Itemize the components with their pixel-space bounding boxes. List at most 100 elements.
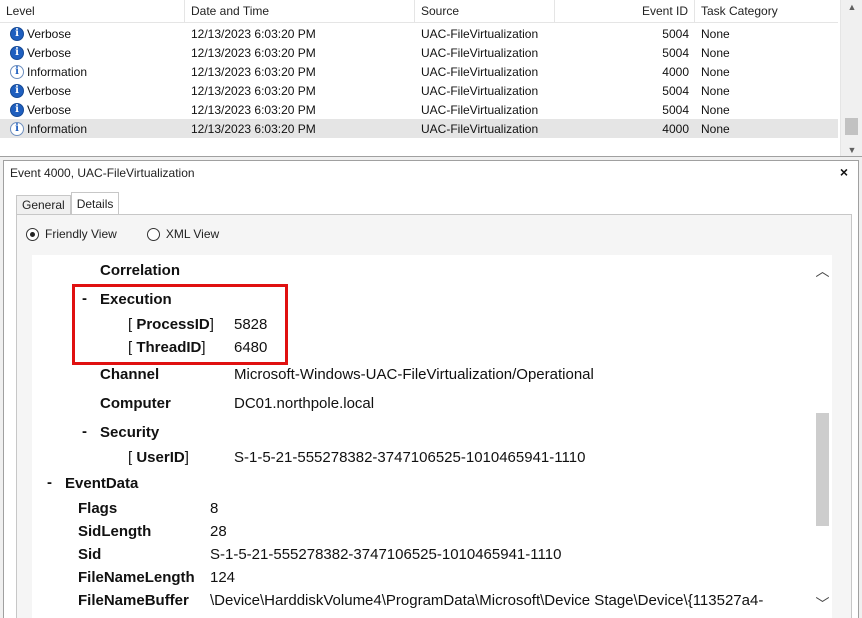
friendly-view-radio[interactable]: Friendly View xyxy=(26,227,117,241)
flags-value: 8 xyxy=(210,500,219,517)
channel-label: Channel xyxy=(100,366,160,383)
table-row[interactable]: i Verbose 12/13/2023 6:03:20 PM UAC-FileV… xyxy=(0,43,838,62)
level-cell: i Information xyxy=(0,64,185,79)
event-list: Level Date and Time Source Event ID Task… xyxy=(0,0,862,157)
scroll-up-chevron-icon[interactable]: ︿ xyxy=(813,261,832,281)
scroll-down-chevron-icon[interactable]: ﹀ xyxy=(813,594,832,614)
column-header-event-id[interactable]: Event ID xyxy=(555,0,695,23)
column-header-date-time[interactable]: Date and Time xyxy=(185,0,415,23)
table-row[interactable]: i Verbose 12/13/2023 6:03:20 PM UAC-FileV… xyxy=(0,24,838,43)
close-icon[interactable]: × xyxy=(840,164,848,180)
event-id-cell: 5004 xyxy=(662,45,689,60)
verbose-icon: i xyxy=(10,26,24,41)
source-cell: UAC-FileVirtualization xyxy=(421,26,539,41)
file-name-buffer-label: FileNameBuffer xyxy=(78,592,189,609)
table-row[interactable]: i Verbose 12/13/2023 6:03:20 PM UAC-FileV… xyxy=(0,81,838,100)
sid-length-label: SidLength xyxy=(78,523,152,540)
category-cell: None xyxy=(701,26,730,41)
table-row-selected[interactable]: i Information 12/13/2023 6:03:20 PM UAC-F… xyxy=(0,119,838,138)
verbose-icon: i xyxy=(10,102,24,117)
radio-unselected-icon xyxy=(146,227,160,241)
category-cell: None xyxy=(701,121,730,136)
verbose-icon: i xyxy=(10,45,24,60)
flags-label: Flags xyxy=(78,500,118,517)
scroll-down-arrow-icon[interactable]: ▼ xyxy=(841,143,862,156)
xml-view-label: XML View xyxy=(165,227,220,241)
column-header-source[interactable]: Source xyxy=(415,0,555,23)
view-options: Friendly View XML View xyxy=(26,227,249,241)
date-cell: 12/13/2023 6:03:20 PM xyxy=(191,45,316,60)
xml-view-radio[interactable]: XML View xyxy=(146,227,220,241)
source-cell: UAC-FileVirtualization xyxy=(421,102,539,117)
collapse-security-toggle[interactable]: - xyxy=(82,423,87,440)
date-cell: 12/13/2023 6:03:20 PM xyxy=(191,83,316,98)
details-tab-body: Friendly View XML View Correlation - Exe… xyxy=(16,214,852,618)
sid-value: S-1-5-21-555278382-3747106525-1010465941… xyxy=(210,546,562,563)
verbose-icon: i xyxy=(10,83,24,98)
source-cell: UAC-FileVirtualization xyxy=(421,121,539,136)
category-cell: None xyxy=(701,83,730,98)
event-detail-pane: Event 4000, UAC-FileVirtualization × Gen… xyxy=(3,160,859,618)
table-row[interactable]: i Information 12/13/2023 6:03:20 PM UAC-F… xyxy=(0,62,838,81)
event-id-cell: 4000 xyxy=(662,64,689,79)
date-cell: 12/13/2023 6:03:20 PM xyxy=(191,121,316,136)
category-cell: None xyxy=(701,45,730,60)
level-text: Information xyxy=(27,64,88,79)
tab-details[interactable]: Details xyxy=(70,192,120,215)
column-header-task-category[interactable]: Task Category xyxy=(695,0,838,23)
level-cell: i Verbose xyxy=(0,83,185,98)
sid-length-value: 28 xyxy=(210,523,227,540)
information-icon: i xyxy=(10,64,24,79)
highlight-box xyxy=(72,284,288,365)
level-text: Verbose xyxy=(27,26,72,41)
file-name-length-label: FileNameLength xyxy=(78,569,195,586)
eventdata-node: EventData xyxy=(65,475,139,492)
source-cell: UAC-FileVirtualization xyxy=(421,83,539,98)
information-icon: i xyxy=(10,121,24,136)
date-cell: 12/13/2023 6:03:20 PM xyxy=(191,64,316,79)
file-name-buffer-value: \Device\HarddiskVolume4\ProgramData\Micr… xyxy=(210,592,764,609)
event-id-cell: 5004 xyxy=(662,102,689,117)
friendly-view-label: Friendly View xyxy=(45,227,117,241)
event-id-cell: 5004 xyxy=(662,83,689,98)
collapse-eventdata-toggle[interactable]: - xyxy=(47,474,52,491)
channel-value: Microsoft-Windows-UAC-FileVirtualization… xyxy=(234,366,594,383)
column-header-level[interactable]: Level xyxy=(0,0,185,23)
event-list-scrollbar[interactable]: ▲ ▼ xyxy=(840,0,862,156)
event-id-cell: 5004 xyxy=(662,26,689,41)
source-cell: UAC-FileVirtualization xyxy=(421,64,539,79)
detail-title: Event 4000, UAC-FileVirtualization xyxy=(10,166,195,180)
category-cell: None xyxy=(701,64,730,79)
sid-label: Sid xyxy=(78,546,102,563)
friendly-view-content: Correlation - Execution [ ProcessID] 582… xyxy=(32,255,832,618)
level-text: Verbose xyxy=(27,45,72,60)
computer-value: DC01.northpole.local xyxy=(234,395,375,412)
user-id-label: [ UserID] xyxy=(128,449,189,466)
level-cell: i Verbose xyxy=(0,26,185,41)
table-row[interactable]: i Verbose 12/13/2023 6:03:20 PM UAC-FileV… xyxy=(0,100,838,119)
date-cell: 12/13/2023 6:03:20 PM xyxy=(191,102,316,117)
scroll-up-arrow-icon[interactable]: ▲ xyxy=(841,0,862,14)
detail-tabs: General Details xyxy=(16,192,120,215)
tab-general[interactable]: General xyxy=(16,195,71,215)
security-node: Security xyxy=(100,424,160,441)
category-cell: None xyxy=(701,102,730,117)
source-cell: UAC-FileVirtualization xyxy=(421,45,539,60)
level-text: Verbose xyxy=(27,102,72,117)
event-viewer-window: Level Date and Time Source Event ID Task… xyxy=(0,0,862,618)
level-text: Information xyxy=(27,121,88,136)
computer-label: Computer xyxy=(100,395,171,412)
radio-selected-icon xyxy=(26,227,39,241)
event-list-header: Level Date and Time Source Event ID Task… xyxy=(0,0,838,23)
details-scrollbar[interactable]: ︿ ﹀ xyxy=(813,255,832,618)
date-cell: 12/13/2023 6:03:20 PM xyxy=(191,26,316,41)
correlation-node: Correlation xyxy=(100,262,181,279)
user-id-value: S-1-5-21-555278382-3747106525-1010465941… xyxy=(234,449,586,466)
event-id-cell: 4000 xyxy=(662,121,689,136)
file-name-length-value: 124 xyxy=(210,569,236,586)
level-cell: i Verbose xyxy=(0,102,185,117)
event-rows: i Verbose 12/13/2023 6:03:20 PM UAC-FileV… xyxy=(0,24,838,138)
scrollbar-thumb[interactable] xyxy=(816,413,829,526)
level-cell: i Verbose xyxy=(0,45,185,60)
scrollbar-thumb[interactable] xyxy=(845,118,858,135)
